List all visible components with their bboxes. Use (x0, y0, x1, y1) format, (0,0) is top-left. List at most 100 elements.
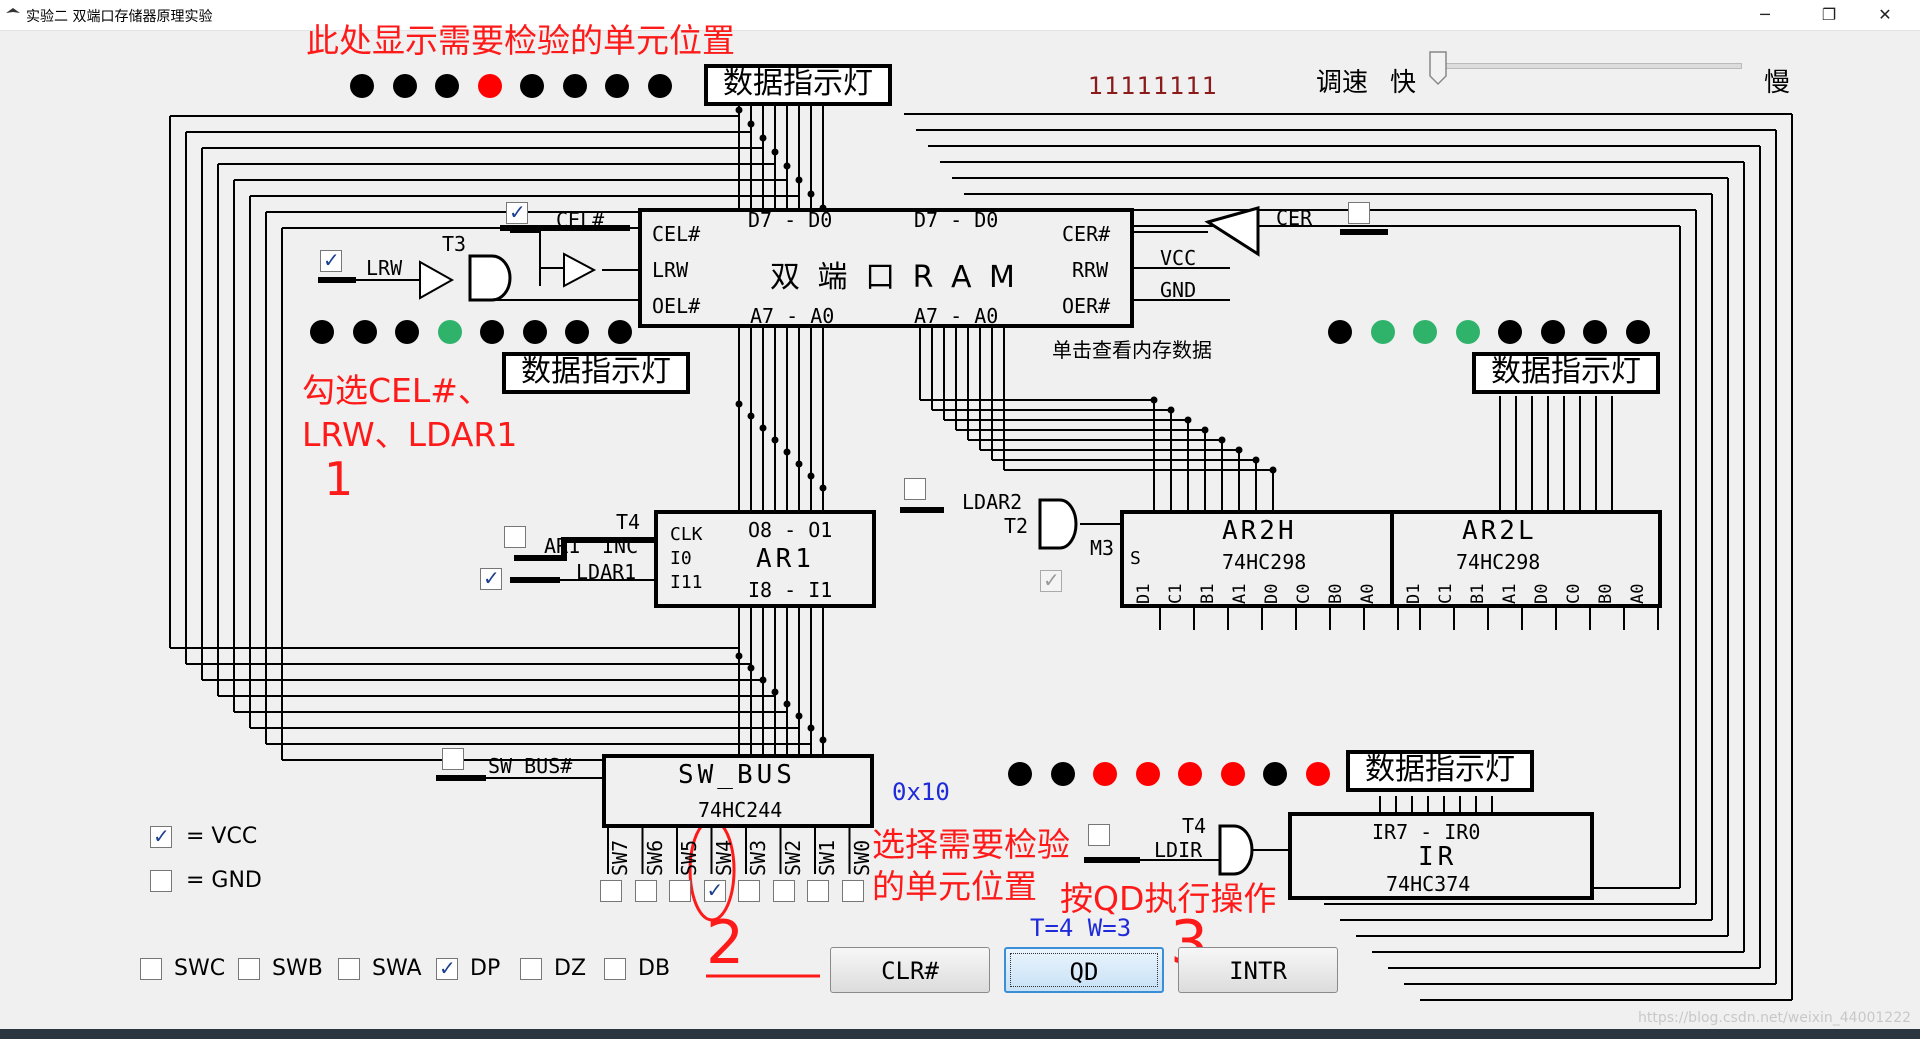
top-led-0 (350, 74, 374, 98)
dz-checkbox[interactable] (520, 958, 542, 980)
ar2l-chip: AR2L 74HC298 D1 C1 B1 A1 D0 C0 B0 A0 (1390, 510, 1662, 608)
ar2h-s-pin: S (1130, 548, 1141, 569)
title-bar: 实验二 双端口存储器原理实验 ─ ❐ ✕ (0, 0, 1920, 31)
swc-checkbox[interactable] (140, 958, 162, 980)
indicator-label-top: 数据指示灯 (704, 64, 892, 106)
ar2l-pin-a0: A0 (1628, 583, 1648, 604)
dp-checkbox[interactable] (436, 956, 458, 980)
switch-label-sw4: SW4 (711, 839, 736, 876)
ar1-checkbox[interactable] (504, 526, 526, 548)
ram-right-led-4 (1498, 320, 1522, 344)
top-led-1 (392, 74, 417, 98)
ram-addr-right: A7 - A0 (914, 304, 999, 328)
ar2h-pin-d0: D0 (1262, 583, 1282, 604)
top-led-2 (435, 74, 459, 98)
top-led-6 (605, 74, 629, 98)
switch-checkbox-sw7[interactable] (600, 880, 622, 902)
cel-signal-label: CEL# (556, 208, 605, 232)
top-led-4 (520, 74, 544, 98)
ir-led-7 (1305, 762, 1330, 786)
ar2h-pin-a1: A1 (1230, 583, 1250, 604)
ar2l-pin-a1: A1 (1500, 583, 1520, 604)
ar2h-pin-a0: A0 (1358, 583, 1378, 604)
minimize-button[interactable]: ─ (1742, 0, 1788, 30)
switch-checkbox-sw5[interactable] (669, 880, 691, 902)
bus-junction-a6 (807, 190, 815, 198)
ar2l-chip-id: 74HC298 (1456, 550, 1541, 574)
ldir-signal-label: LDIR (1154, 838, 1203, 862)
ar2h-chip: AR2H 74HC298 S D1 C1 B1 A1 D0 C0 B0 A0 (1120, 510, 1394, 608)
lrw-checkbox[interactable] (320, 248, 342, 272)
cel-checkbox[interactable] (506, 200, 528, 224)
swb-checkbox[interactable] (238, 958, 260, 980)
taskbar-strip (0, 1029, 1920, 1039)
qd-button[interactable]: QD (1004, 947, 1164, 993)
switch-checkbox-sw0[interactable] (841, 880, 864, 902)
ar2h-pin-c1: C1 (1166, 583, 1186, 604)
ar2h-junction-0 (1150, 396, 1158, 404)
gnd-signal-label: GND (1160, 278, 1197, 302)
ar2h-junction-5 (1235, 446, 1243, 454)
switch-checkbox-sw1[interactable] (807, 880, 829, 902)
inc-signal-label: INC (602, 534, 639, 558)
ar2l-name: AR2L (1462, 516, 1537, 546)
bus-junction-b5 (795, 460, 803, 468)
m3-signal-label: M3 (1090, 536, 1115, 560)
swa-label: SWA (372, 956, 422, 981)
ar1-i11-pin: I11 (670, 572, 703, 593)
ram-lrw-pin: LRW (652, 258, 689, 282)
switch-label-sw5: SW5 (677, 839, 701, 876)
ar1-input-range: I8 - I1 (748, 578, 833, 602)
db-checkbox[interactable] (604, 958, 626, 980)
legend-gnd-checkbox (150, 870, 172, 892)
bus-junction-c3 (771, 688, 779, 696)
speed-slider-thumb[interactable] (1428, 50, 1448, 86)
ar2h-junction-2 (1184, 416, 1192, 424)
ram-right-led-7 (1625, 320, 1650, 344)
speed-slow-label: 慢 (1764, 68, 1791, 98)
ram-oel-pin: OEL# (652, 294, 701, 318)
ar2h-junction-7 (1269, 466, 1277, 474)
ldar2-checkbox[interactable] (904, 478, 926, 500)
speed-slider-track[interactable] (1440, 63, 1742, 69)
clr-button[interactable]: CLR# (830, 947, 990, 993)
bus-junction-c4 (783, 700, 791, 708)
dp-label: DP (470, 956, 501, 981)
ldar1-checkbox[interactable] (480, 566, 502, 590)
ar1-name: AR1 (756, 544, 815, 574)
switch-checkbox-sw3[interactable] (738, 880, 760, 902)
bus-value: 11111111 (1088, 72, 1219, 100)
ram-left-led-7 (607, 320, 632, 344)
bus-junction-c6 (807, 724, 815, 732)
ir-led-3 (1135, 762, 1160, 786)
switch-checkbox-sw2[interactable] (772, 880, 795, 902)
bus-junction-b4 (783, 448, 791, 456)
ar2h-junction-1 (1167, 406, 1175, 414)
ar2h-pin-b0: B0 (1326, 583, 1346, 604)
ar2h-junction-3 (1201, 426, 1209, 434)
cer-buffer (1204, 206, 1260, 257)
close-button[interactable]: ✕ (1862, 0, 1908, 30)
view-memory-link[interactable]: 单击查看内存数据 (1052, 334, 1212, 363)
ram-cer-pin: CER# (1062, 222, 1111, 246)
m3-checkbox[interactable] (1040, 568, 1062, 592)
ir-and-gate (1218, 824, 1254, 876)
ar2h-name: AR2H (1222, 516, 1297, 546)
intr-button[interactable]: INTR (1178, 947, 1338, 993)
restore-button[interactable]: ❐ (1806, 0, 1852, 30)
lrw-inverter (419, 260, 455, 300)
switch-checkbox-sw6[interactable] (634, 880, 657, 902)
annotation-qd: 按QD执行操作 (1060, 879, 1277, 918)
swa-checkbox[interactable] (338, 958, 360, 980)
switch-checkbox-sw4[interactable] (703, 878, 726, 902)
t3-signal-label: T3 (442, 232, 467, 256)
ar2l-pin-d0: D0 (1532, 583, 1552, 604)
ir-led-0 (1008, 762, 1032, 786)
ldir-checkbox[interactable] (1088, 824, 1110, 846)
cer-checkbox[interactable] (1348, 202, 1370, 224)
ram-right-led-0 (1328, 320, 1352, 344)
ir-led-2 (1093, 762, 1117, 786)
sw-bus-checkbox[interactable] (442, 748, 464, 770)
t3-and-gate (468, 254, 512, 302)
bus-junction-c1 (747, 664, 755, 672)
